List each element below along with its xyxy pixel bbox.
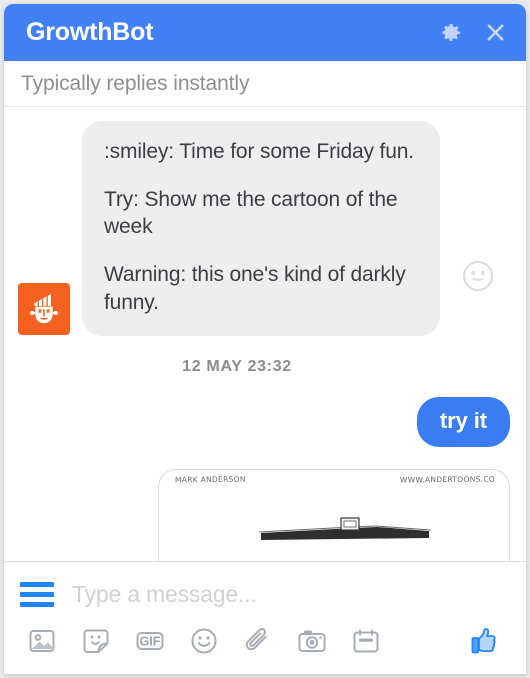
cartoon-artwork <box>258 516 432 540</box>
bot-message-line: Try: Show me the cartoon of the week <box>104 187 398 239</box>
composer-input-row <box>20 572 510 616</box>
avatar <box>18 282 70 335</box>
bot-message-line: :smiley: Time for some Friday fun. <box>104 140 414 163</box>
growthbot-logo-icon <box>30 293 58 323</box>
calendar-icon[interactable] <box>344 621 388 661</box>
bot-message-line: Warning: this one's kind of darkly funny… <box>104 263 406 314</box>
message-thread[interactable]: :smiley: Time for some Friday fun. Try: … <box>4 107 526 561</box>
cartoon-attachment[interactable]: MARK ANDERSON WWW.ANDERTOONS.CO <box>158 468 510 561</box>
bot-message-row: :smiley: Time for some Friday fun. Try: … <box>18 121 512 336</box>
smiley-reaction-icon[interactable] <box>462 260 494 292</box>
page-title: GrowthBot <box>26 18 154 46</box>
user-message-bubble[interactable]: try it <box>416 396 510 447</box>
hamburger-menu-icon[interactable] <box>20 581 54 607</box>
sticker-icon[interactable] <box>74 621 118 661</box>
cartoon-credit-right: WWW.ANDERTOONS.CO <box>399 474 496 485</box>
user-message-row: try it <box>18 396 512 447</box>
message-composer: GIF <box>4 561 526 674</box>
message-timestamp: 12 MAY 23:32 <box>182 357 292 375</box>
menu-bar <box>20 591 54 597</box>
bot-message-bubble: :smiley: Time for some Friday fun. Try: … <box>82 121 440 336</box>
camera-icon[interactable] <box>290 621 334 661</box>
composer-toolbar: GIF <box>20 616 510 664</box>
status-bar: Typically replies instantly <box>4 61 526 107</box>
menu-bar <box>20 601 54 607</box>
gif-label: GIF <box>140 635 161 649</box>
status-text: Typically replies instantly <box>21 71 250 95</box>
image-icon[interactable] <box>20 621 64 661</box>
message-input[interactable] <box>72 580 510 608</box>
menu-bar <box>20 581 54 587</box>
chat-widget: GrowthBot Typically replies instantly:s… <box>4 4 526 674</box>
thumbs-up-icon[interactable] <box>462 621 506 661</box>
gif-icon[interactable]: GIF <box>128 621 172 661</box>
close-icon[interactable] <box>482 20 508 46</box>
emoji-icon[interactable] <box>182 621 226 661</box>
attachment-row: MARK ANDERSON WWW.ANDERTOONS.CO <box>18 468 512 561</box>
widget-header: GrowthBot <box>4 4 526 61</box>
gear-icon[interactable] <box>438 20 464 46</box>
paperclip-icon[interactable] <box>236 621 280 661</box>
header-actions <box>438 20 508 46</box>
cartoon-credit-left: MARK ANDERSON <box>174 474 246 484</box>
